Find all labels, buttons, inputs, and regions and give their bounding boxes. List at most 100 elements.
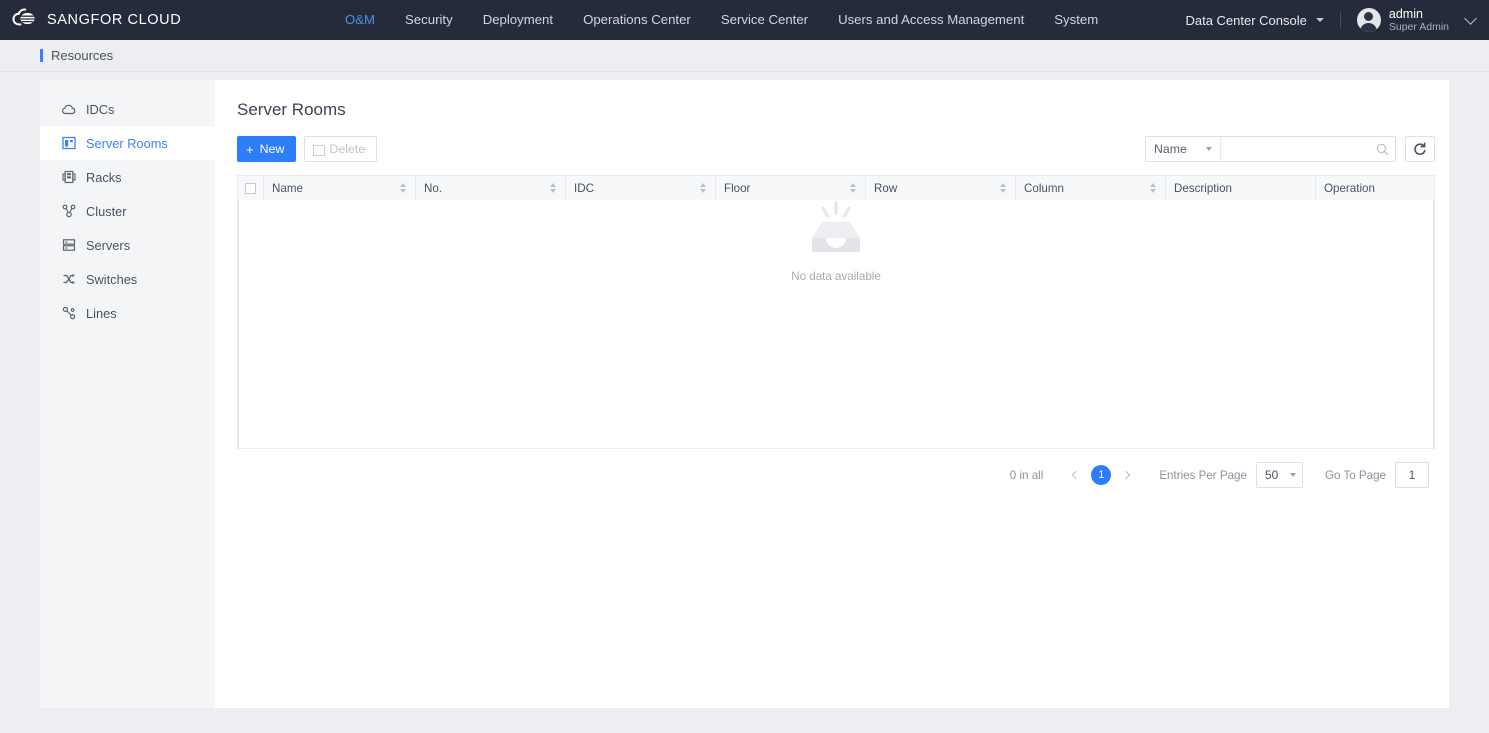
chevron-right-icon <box>1122 470 1131 480</box>
next-page-button[interactable] <box>1115 464 1137 486</box>
table-header-row: Name No. IDC Floor Row Column Descriptio… <box>238 176 1434 200</box>
column-label: Name <box>272 181 303 195</box>
sidebar-item-lines[interactable]: Lines <box>40 296 215 330</box>
chevron-down-icon <box>1315 18 1324 22</box>
nav-item-users-access-management[interactable]: Users and Access Management <box>823 0 1039 40</box>
column-header-idc[interactable]: IDC <box>566 176 716 200</box>
nav-item-om[interactable]: O&M <box>330 0 390 40</box>
header-right: Data Center Console admin Super Admin <box>1185 7 1489 33</box>
new-button-label: New <box>259 142 285 156</box>
sort-icon[interactable] <box>1150 182 1157 195</box>
column-header-floor[interactable]: Floor <box>716 176 866 200</box>
column-label: No. <box>424 181 443 195</box>
sort-icon[interactable] <box>850 182 857 195</box>
console-selector[interactable]: Data Center Console <box>1185 12 1324 28</box>
sidebar-item-label: Cluster <box>86 203 127 219</box>
user-menu[interactable]: admin Super Admin <box>1356 6 1477 34</box>
page-number-1[interactable]: 1 <box>1091 465 1112 485</box>
sidebar-item-servers[interactable]: Servers <box>40 228 215 262</box>
rack-icon <box>61 170 76 185</box>
column-header-row[interactable]: Row <box>866 176 1016 200</box>
delete-button-label: Delete <box>329 142 366 156</box>
refresh-button[interactable] <box>1405 136 1435 162</box>
column-header-column[interactable]: Column <box>1016 176 1166 200</box>
delete-button[interactable]: Delete <box>304 136 378 162</box>
sidebar-item-label: Lines <box>86 305 117 321</box>
entries-per-page-select[interactable]: 50 <box>1255 462 1303 488</box>
sidebar-item-label: Servers <box>86 237 131 253</box>
column-label: IDC <box>574 181 594 195</box>
column-label: Row <box>874 181 898 195</box>
nav-item-system[interactable]: System <box>1039 0 1113 40</box>
breadcrumb: Resources <box>0 40 1489 72</box>
select-all-header <box>238 176 264 200</box>
breadcrumb-marker <box>40 49 43 62</box>
select-all-checkbox[interactable] <box>245 182 256 194</box>
chevron-down-icon <box>1289 473 1296 477</box>
cloud-logo-icon <box>12 7 38 33</box>
search-field-select[interactable]: Name <box>1146 137 1221 161</box>
sidebar-item-racks[interactable]: Racks <box>40 160 215 194</box>
entries-per-page-value: 50 <box>1264 468 1279 482</box>
sort-icon[interactable] <box>400 182 407 195</box>
chevron-down-icon <box>1206 147 1212 151</box>
line-icon <box>61 306 76 321</box>
sort-icon[interactable] <box>700 182 707 195</box>
top-header: SANGFOR CLOUD O&M Security Deployment Op… <box>0 0 1489 40</box>
empty-box-icon <box>812 201 860 252</box>
empty-state-text: No data available <box>791 270 881 283</box>
sort-icon[interactable] <box>550 182 557 195</box>
body: IDCs Server Rooms Racks Cluster Servers <box>0 72 1489 733</box>
sidebar-item-switches[interactable]: Switches <box>40 262 215 296</box>
table-body: No data available <box>238 200 1434 448</box>
header-divider <box>1339 12 1341 28</box>
column-label: Floor <box>724 181 751 195</box>
toolbar-right: Name <box>1145 136 1435 162</box>
search-field-value: Name <box>1154 142 1187 156</box>
sidebar-item-label: Racks <box>86 169 122 185</box>
page-title: Server Rooms <box>237 100 346 119</box>
go-to-page-input[interactable] <box>1395 462 1429 488</box>
nav-item-security[interactable]: Security <box>390 0 468 40</box>
search-input[interactable] <box>1221 137 1369 161</box>
cluster-icon <box>61 204 76 219</box>
cloud-icon <box>61 102 76 117</box>
sidebar-item-server-rooms[interactable]: Server Rooms <box>40 126 215 160</box>
server-icon <box>61 238 76 253</box>
switch-icon <box>61 272 76 287</box>
sidebar-item-idcs[interactable]: IDCs <box>40 92 215 126</box>
column-label: Column <box>1024 181 1064 195</box>
console-selector-label: Data Center Console <box>1185 12 1307 28</box>
sidebar-item-label: Switches <box>86 271 138 287</box>
column-header-no[interactable]: No. <box>416 176 566 200</box>
user-name: admin <box>1388 6 1423 21</box>
nav-item-operations-center[interactable]: Operations Center <box>568 0 706 40</box>
main-nav: O&M Security Deployment Operations Cente… <box>330 0 1185 40</box>
user-role: Super Admin <box>1388 21 1449 34</box>
chevron-left-icon <box>1072 470 1081 480</box>
refresh-icon <box>1414 142 1426 155</box>
entries-per-page-label: Entries Per Page <box>1159 468 1247 482</box>
column-header-name[interactable]: Name <box>264 176 416 200</box>
sidebar-item-cluster[interactable]: Cluster <box>40 194 215 228</box>
sidebar-item-label: Server Rooms <box>86 135 168 151</box>
chevron-down-icon <box>1464 11 1477 25</box>
toolbar: + New Delete Name <box>237 136 1435 162</box>
brand: SANGFOR CLOUD <box>0 7 330 33</box>
new-button[interactable]: + New <box>237 136 297 162</box>
trash-icon <box>312 144 326 156</box>
column-header-operation: Operation <box>1316 176 1434 200</box>
search-icon[interactable] <box>1369 137 1395 161</box>
nav-item-deployment[interactable]: Deployment <box>468 0 568 40</box>
nav-item-service-center[interactable]: Service Center <box>706 0 823 40</box>
data-table: Name No. IDC Floor Row Column Descriptio… <box>237 175 1435 448</box>
total-count: 0 in all <box>1009 468 1044 482</box>
prev-page-button[interactable] <box>1065 464 1087 486</box>
search-group: Name <box>1145 136 1396 162</box>
brand-name: SANGFOR CLOUD <box>47 12 182 28</box>
content-panel: Server Rooms + New Delete Name Name No. … <box>215 80 1449 708</box>
pagination: 0 in all 1 Entries Per Page 50 Go To Pag… <box>237 448 1435 501</box>
plus-icon: + <box>246 141 254 157</box>
sort-icon[interactable] <box>1000 182 1007 195</box>
column-label: Description <box>1174 181 1232 195</box>
